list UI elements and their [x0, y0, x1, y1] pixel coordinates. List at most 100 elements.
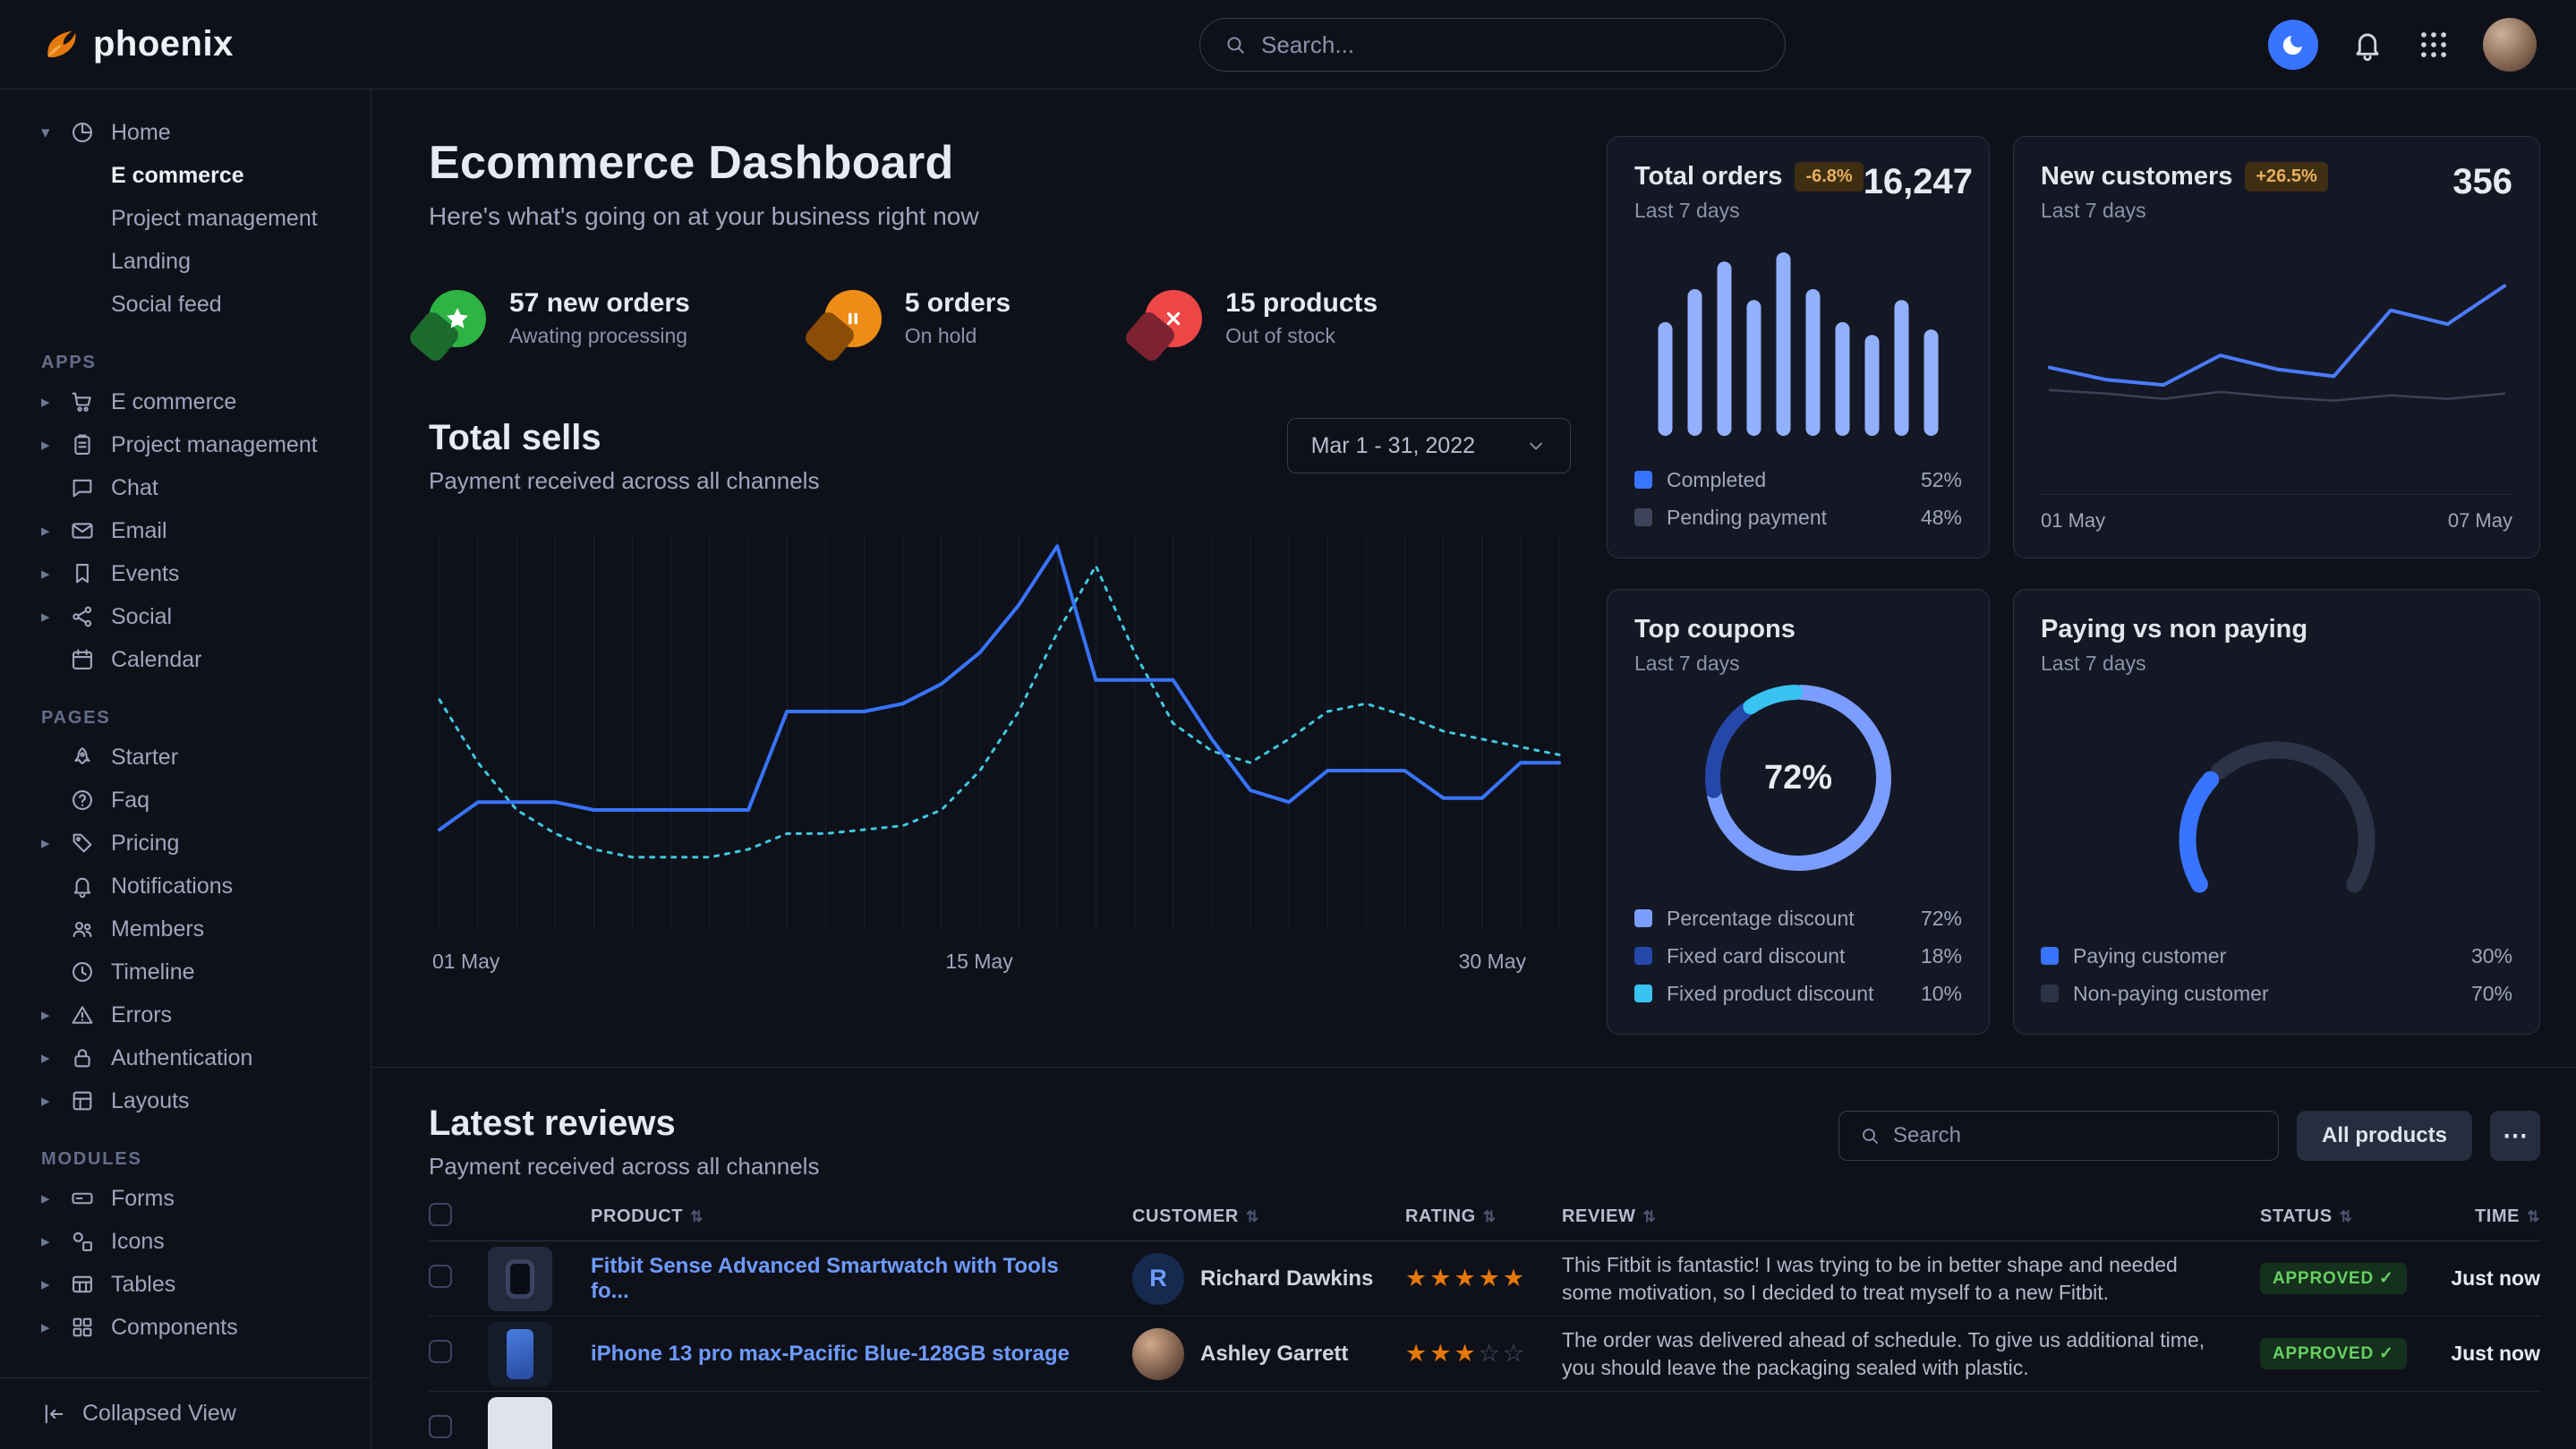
kpi-cards: Total orders -6.8% Last 7 days 16,247 Co… [1607, 136, 2540, 1035]
latest-reviews-title: Latest reviews [429, 1104, 819, 1144]
reviews-search-input[interactable] [1893, 1123, 2258, 1148]
product-link[interactable]: Fitbit Sense Advanced Smartwatch with To… [591, 1254, 1132, 1304]
sidebar-item-label: Events [111, 561, 179, 587]
sidebar-item-home[interactable]: ▾Home [0, 111, 371, 154]
sidebar-subitem-e-commerce[interactable]: E commerce [0, 154, 371, 197]
status-badge: APPROVED✓ [2260, 1338, 2407, 1369]
sidebar-item-calendar[interactable]: Calendar [0, 638, 371, 681]
sidebar-item-social[interactable]: ▸Social [0, 595, 371, 638]
sidebar-subitem-social-feed[interactable]: Social feed [0, 283, 371, 326]
legend-value: 52% [1921, 468, 1962, 492]
paying-legend: Paying customer30%Non-paying customer70% [2041, 941, 2512, 1009]
table-row[interactable] [429, 1392, 2540, 1449]
star-icon: ☆ [1503, 1340, 1527, 1367]
select-all-checkbox[interactable] [429, 1203, 452, 1226]
product-image [488, 1397, 552, 1449]
sidebar-nav: ▾HomeE commerceProject managementLanding… [0, 111, 371, 1349]
sidebar-subitem-landing[interactable]: Landing [0, 240, 371, 283]
row-checkbox[interactable] [429, 1415, 452, 1438]
apps-grid-icon[interactable] [2417, 28, 2451, 62]
stat-value: 57 new orders [509, 288, 690, 319]
sidebar-item-forms[interactable]: ▸Forms [0, 1177, 371, 1220]
sidebar-item-icons[interactable]: ▸Icons [0, 1220, 371, 1263]
product-image [488, 1247, 552, 1311]
column-header-customer[interactable]: CUSTOMER⇅ [1132, 1206, 1405, 1227]
sidebar-item-faq[interactable]: Faq [0, 779, 371, 822]
row-checkbox[interactable] [429, 1265, 452, 1288]
table-row[interactable]: iPhone 13 pro max-Pacific Blue-128GB sto… [429, 1317, 2540, 1392]
tag-icon [70, 831, 111, 856]
sidebar-item-tables[interactable]: ▸Tables [0, 1263, 371, 1306]
sidebar-item-label: Email [111, 518, 167, 544]
notifications-bell-icon[interactable] [2350, 28, 2384, 62]
user-avatar[interactable] [2483, 18, 2537, 72]
new-customers-value: 356 [2452, 162, 2512, 202]
column-header-review[interactable]: REVIEW⇅ [1562, 1206, 2260, 1227]
chevron-right-icon: ▸ [41, 521, 70, 541]
more-options-button[interactable]: ⋯ [2490, 1111, 2540, 1161]
sidebar-item-label: Timeline [111, 959, 195, 985]
sidebar-item-starter[interactable]: Starter [0, 736, 371, 779]
sidebar-item-project-management[interactable]: ▸Project management [0, 423, 371, 466]
total-sells-subtitle: Payment received across all channels [429, 467, 819, 495]
sidebar-item-layouts[interactable]: ▸Layouts [0, 1079, 371, 1122]
legend-label: Pending payment [1667, 506, 1827, 530]
legend-item: Fixed product discount10% [1634, 978, 1962, 1009]
total-sells-section: Total sells Payment received across all … [429, 418, 1571, 974]
reviews-search[interactable] [1838, 1111, 2279, 1161]
main-content: Ecommerce Dashboard Here's what's going … [371, 89, 2576, 1449]
sidebar-section-label: MODULES [41, 1149, 371, 1170]
sidebar-item-label: Calendar [111, 647, 201, 673]
product-link[interactable]: iPhone 13 pro max-Pacific Blue-128GB sto… [591, 1342, 1132, 1367]
column-header-status[interactable]: STATUS⇅ [2260, 1206, 2435, 1227]
theme-toggle-button[interactable] [2268, 20, 2318, 70]
dashboard-overview: Ecommerce Dashboard Here's what's going … [429, 136, 1571, 1035]
stat-value: 5 orders [905, 288, 1011, 319]
legend-swatch [1634, 508, 1652, 526]
table-row[interactable]: Fitbit Sense Advanced Smartwatch with To… [429, 1241, 2540, 1317]
sidebar-subitem-project-management[interactable]: Project management [0, 197, 371, 240]
legend-item: Completed52% [1634, 465, 1962, 495]
sidebar-item-pricing[interactable]: ▸Pricing [0, 822, 371, 865]
global-search[interactable] [1199, 18, 1786, 72]
sidebar-item-timeline[interactable]: Timeline [0, 950, 371, 993]
star-icon: ★ [1405, 1265, 1429, 1291]
brand-logo[interactable]: phoenix [39, 24, 234, 65]
sidebar-item-e-commerce[interactable]: ▸E commerce [0, 380, 371, 423]
sidebar-item-email[interactable]: ▸ Email [0, 509, 371, 552]
chevron-right-icon: ▸ [41, 1005, 70, 1026]
collapsed-view-toggle[interactable]: Collapsed View [0, 1377, 371, 1449]
lock-icon [70, 1045, 111, 1070]
all-products-button[interactable]: All products [2297, 1111, 2472, 1161]
sidebar-item-notifications[interactable]: Notifications [0, 865, 371, 908]
global-search-input[interactable] [1261, 31, 1761, 59]
customer-cell[interactable]: RRichard Dawkins [1132, 1253, 1405, 1305]
sidebar-item-authentication[interactable]: ▸Authentication [0, 1036, 371, 1079]
stat-caption: Out of stock [1225, 324, 1378, 348]
sidebar-item-errors[interactable]: ▸Errors [0, 993, 371, 1036]
legend-label: Percentage discount [1667, 907, 1855, 931]
card-title: New customers [2041, 162, 2232, 192]
chevron-down-icon [1525, 435, 1547, 456]
sort-icon: ⇅ [1483, 1208, 1497, 1225]
customer-cell[interactable]: Ashley Garrett [1132, 1328, 1405, 1380]
legend-swatch [1634, 471, 1652, 489]
column-header-rating[interactable]: RATING⇅ [1405, 1206, 1562, 1227]
star-icon: ★ [1454, 1340, 1478, 1367]
sidebar-item-components[interactable]: ▸Components [0, 1306, 371, 1349]
sidebar-item-members[interactable]: Members [0, 908, 371, 950]
sort-icon: ⇅ [2527, 1208, 2540, 1225]
chevron-right-icon: ▸ [41, 833, 70, 854]
row-checkbox[interactable] [429, 1340, 452, 1363]
new-customers-card: New customers +26.5% Last 7 days 356 01 … [2013, 136, 2540, 558]
brand-name: phoenix [93, 24, 234, 64]
total-orders-change-badge: -6.8% [1795, 162, 1863, 192]
clipboard-icon [70, 432, 111, 457]
total-orders-legend: Completed52%Pending payment48% [1634, 465, 1962, 533]
column-header-product[interactable]: PRODUCT⇅ [591, 1206, 1132, 1227]
sidebar-item-chat[interactable]: Chat [0, 466, 371, 509]
pie-icon [70, 120, 111, 145]
sidebar-item-events[interactable]: ▸Events [0, 552, 371, 595]
date-range-select[interactable]: Mar 1 - 31, 2022 [1287, 418, 1571, 473]
column-header-time[interactable]: TIME⇅ [2435, 1206, 2540, 1227]
